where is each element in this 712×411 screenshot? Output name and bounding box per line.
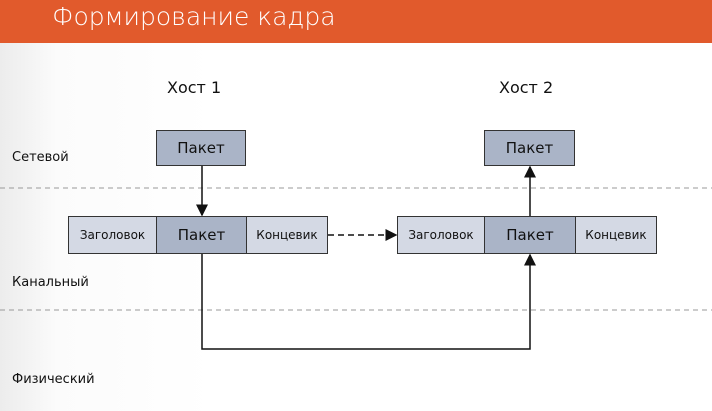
physical-path: [201, 253, 536, 350]
host-2-frame-header: Заголовок: [397, 216, 485, 254]
host-1-frame-trailer: Концевик: [246, 216, 328, 254]
connectors: [0, 165, 712, 350]
host-2-frame-packet: Пакет: [484, 216, 576, 254]
host-1-frame-header: Заголовок: [68, 216, 157, 254]
host-1-packet: Пакет: [156, 130, 246, 166]
host-2-frame-trailer: Концевик: [575, 216, 657, 254]
host-1-frame-packet: Пакет: [156, 216, 247, 254]
host-2-packet: Пакет: [484, 130, 575, 166]
